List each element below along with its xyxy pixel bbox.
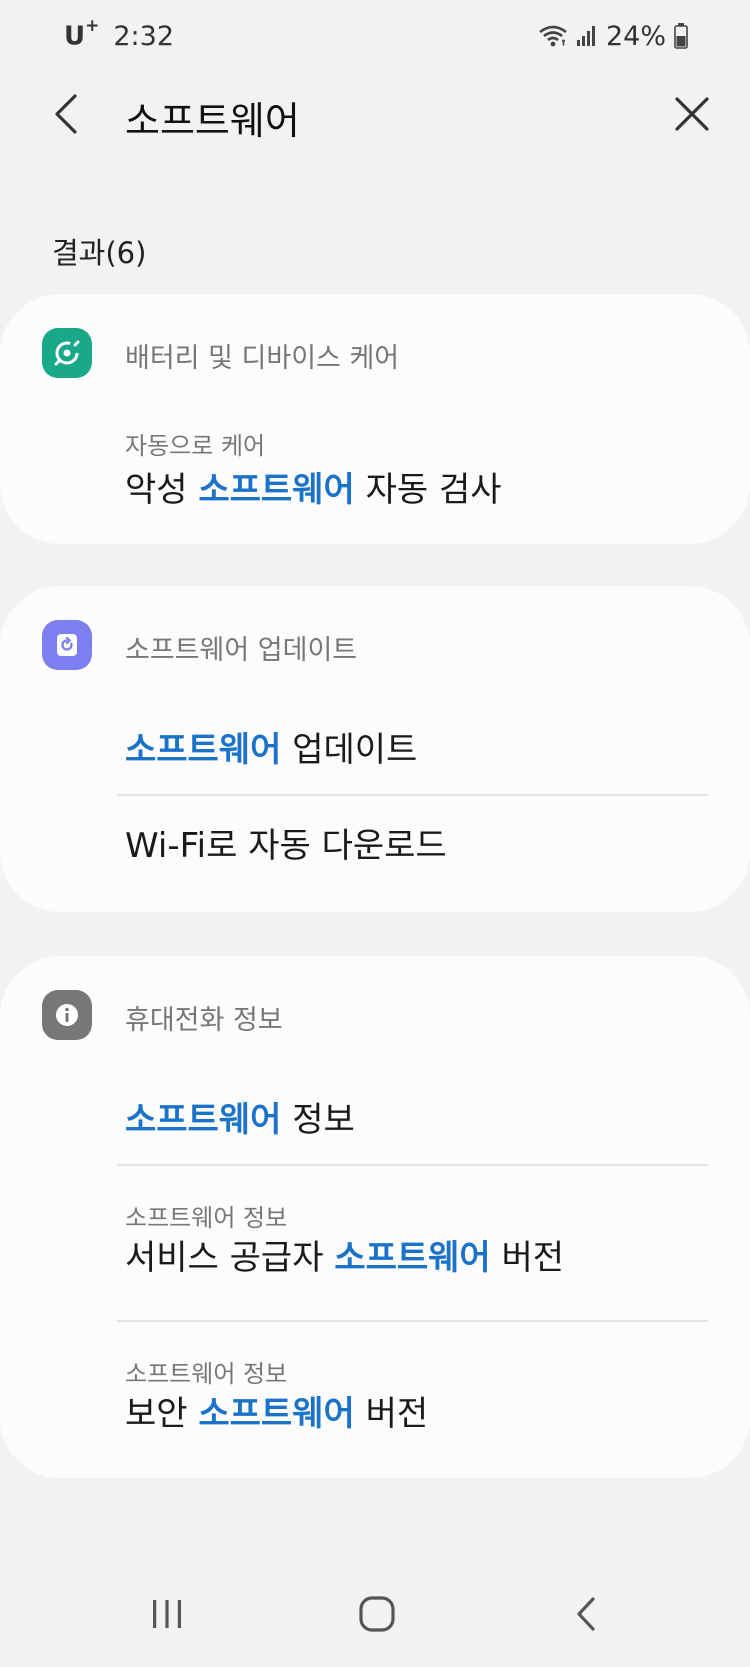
- info-icon: [42, 990, 92, 1040]
- item-title: 소프트웨어 업데이트: [125, 722, 417, 771]
- item-subtitle: 자동으로 케어: [125, 432, 266, 460]
- item-title: 악성 소프트웨어 자동 검사: [125, 462, 502, 511]
- close-icon: [675, 97, 709, 131]
- highlight-term: 소프트웨어: [198, 1394, 355, 1434]
- category-label: 배터리 및 디바이스 케어: [125, 343, 400, 374]
- result-item[interactable]: 자동으로 케어 악성 소프트웨어 자동 검사: [0, 412, 750, 530]
- navigation-bar: [0, 1560, 750, 1667]
- recent-apps-button[interactable]: [127, 1574, 207, 1654]
- result-item[interactable]: 소프트웨어 업데이트: [0, 698, 750, 794]
- status-bar-right: 24%: [538, 21, 688, 52]
- highlight-term: 소프트웨어: [198, 470, 355, 510]
- item-subtitle: 소프트웨어 정보: [125, 1360, 288, 1388]
- category-label: 소프트웨어 업데이트: [125, 635, 358, 666]
- item-title-prefix: 보안: [125, 1394, 199, 1434]
- card-header: 휴대전화 정보: [0, 956, 750, 1076]
- page-title: 소프트웨어: [125, 99, 300, 143]
- recent-apps-icon: [153, 1600, 181, 1628]
- item-title: 소프트웨어 정보: [125, 1092, 355, 1141]
- app-header: 소프트웨어: [0, 72, 750, 158]
- item-title: 보안 소프트웨어 버전: [125, 1386, 428, 1435]
- status-bar: U+ 2:32 24%: [0, 0, 750, 72]
- result-card-device-care: 배터리 및 디바이스 케어 자동으로 케어 악성 소프트웨어 자동 검사: [0, 294, 750, 544]
- result-card-phone-info: 휴대전화 정보 소프트웨어 정보 소프트웨어 정보 서비스 공급자 소프트웨어 …: [0, 956, 750, 1478]
- item-title-suffix: 버전: [354, 1394, 429, 1434]
- software-update-icon: [42, 620, 92, 670]
- item-title-suffix: 정보: [281, 1100, 355, 1140]
- carrier-sup: +: [85, 16, 100, 37]
- item-title-suffix: 업데이트: [281, 730, 418, 770]
- clock: 2:32: [113, 20, 175, 52]
- battery-icon: [674, 23, 688, 49]
- card-header: 소프트웨어 업데이트: [0, 586, 750, 706]
- status-bar-left: U+ 2:32: [64, 16, 175, 52]
- highlight-term: 소프트웨어: [334, 1238, 491, 1278]
- result-item[interactable]: 소프트웨어 정보 서비스 공급자 소프트웨어 버전: [0, 1166, 750, 1320]
- result-item[interactable]: 소프트웨어 정보: [0, 1068, 750, 1164]
- result-item[interactable]: 소프트웨어 정보 보안 소프트웨어 버전: [0, 1322, 750, 1472]
- carrier-label: U+: [64, 16, 99, 52]
- close-button[interactable]: [668, 90, 716, 138]
- item-title: Wi-Fi로 자동 다운로드: [125, 826, 447, 866]
- home-button[interactable]: [337, 1574, 417, 1654]
- device-care-icon: [42, 328, 92, 378]
- nav-back-icon: [577, 1597, 595, 1631]
- back-button[interactable]: [44, 88, 88, 140]
- carrier-name: U: [64, 21, 86, 52]
- category-label: 휴대전화 정보: [125, 1005, 283, 1036]
- wifi-icon: [538, 24, 568, 48]
- battery-percent: 24%: [605, 20, 666, 52]
- result-card-software-update: 소프트웨어 업데이트 소프트웨어 업데이트 Wi-Fi로 자동 다운로드: [0, 586, 750, 912]
- item-subtitle: 소프트웨어 정보: [125, 1204, 288, 1232]
- item-title-prefix: 악성: [125, 470, 199, 510]
- results-count: 결과(6): [52, 236, 147, 270]
- result-item[interactable]: Wi-Fi로 자동 다운로드: [0, 796, 750, 906]
- item-title-suffix: 버전: [490, 1238, 565, 1278]
- highlight-term: 소프트웨어: [125, 730, 282, 770]
- item-title-suffix: 자동 검사: [354, 470, 502, 510]
- highlight-term: 소프트웨어: [125, 1100, 282, 1140]
- card-header: 배터리 및 디바이스 케어: [0, 294, 750, 414]
- signal-icon: [576, 24, 598, 48]
- nav-back-button[interactable]: [546, 1574, 626, 1654]
- item-title: 서비스 공급자 소프트웨어 버전: [125, 1230, 564, 1279]
- home-icon: [359, 1596, 395, 1632]
- chevron-left-icon: [55, 94, 77, 134]
- item-title-prefix: 서비스 공급자: [125, 1238, 335, 1278]
